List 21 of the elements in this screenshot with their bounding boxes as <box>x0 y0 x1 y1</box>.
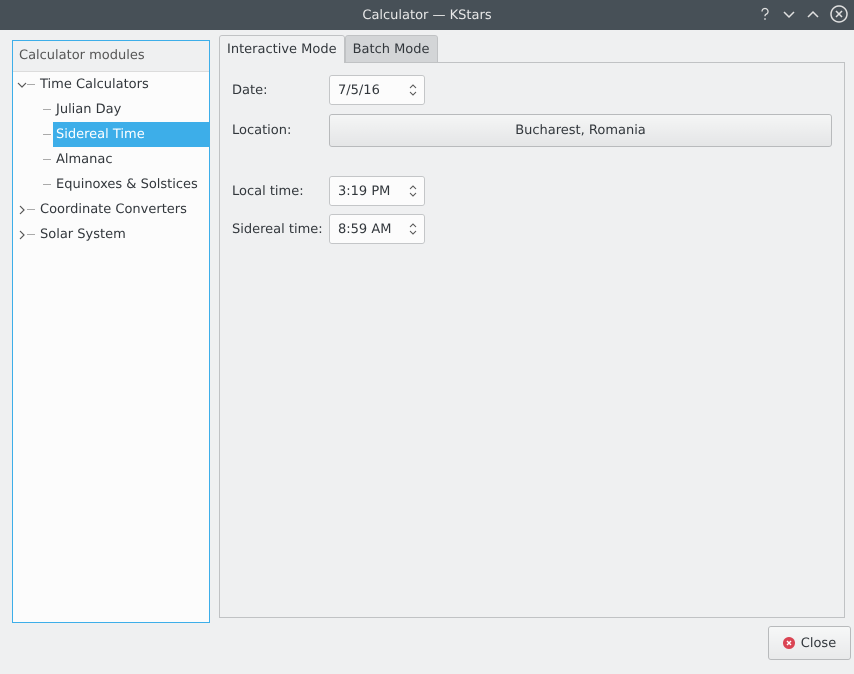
close-icon[interactable] <box>830 5 848 23</box>
tree-header: Calculator modules <box>13 41 209 72</box>
window-title: Calculator — KStars <box>362 8 492 22</box>
tree-item[interactable]: Coordinate Converters <box>37 197 209 222</box>
close-button[interactable]: Close <box>768 626 851 660</box>
spin-box[interactable]: 7/5/16 <box>329 75 425 105</box>
tree-item[interactable]: Time Calculators <box>37 72 209 97</box>
spin-box[interactable]: 8:59 AM <box>329 214 425 244</box>
tree-item[interactable]: Julian Day <box>53 97 209 122</box>
tree-item[interactable]: Almanac <box>53 147 209 172</box>
tree-item[interactable]: Equinoxes & Solstices <box>53 172 209 197</box>
field-label: Date: <box>232 82 268 98</box>
spin-box[interactable]: 3:19 PM <box>329 176 425 206</box>
tree-item[interactable]: Solar System <box>37 222 209 247</box>
field-label: Sidereal time: <box>232 222 324 236</box>
close-icon <box>782 637 795 649</box>
field-label: Local time: <box>232 184 305 198</box>
field-label: Location: <box>232 123 292 138</box>
tab[interactable]: Batch Mode <box>344 35 438 62</box>
location-button[interactable]: Bucharest, Romania <box>329 114 832 147</box>
tab[interactable]: Interactive Mode <box>219 35 345 63</box>
